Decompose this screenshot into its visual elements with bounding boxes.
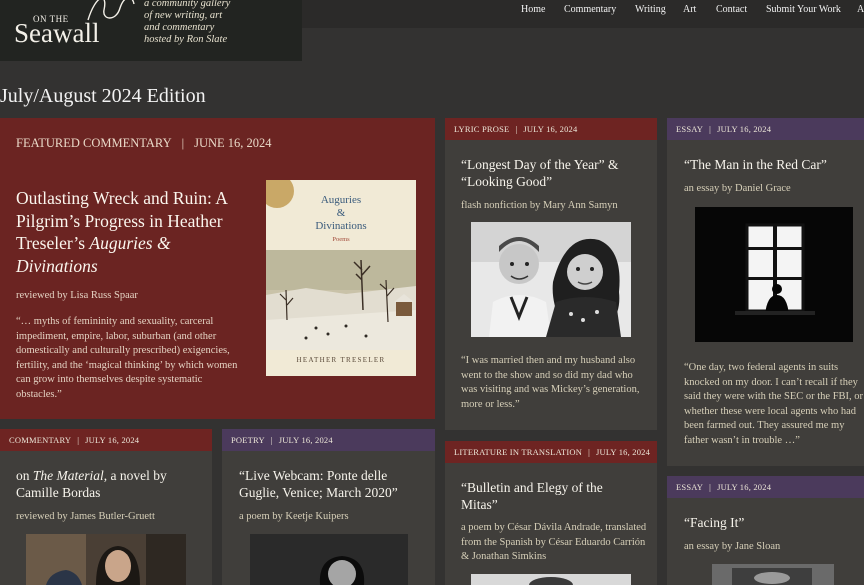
card-quote: “I was married then and my husband also … [461,355,640,410]
featured-byline: reviewed by Lisa Russ Spaar [16,290,138,301]
card-date: JULY 16, 2024 [523,124,578,134]
page-title: July/August 2024 Edition [0,85,206,107]
tagline-line: and commentary [144,22,215,33]
featured-header: FEATURED COMMENTARY | JUNE 16, 2024 [16,136,272,151]
tagline-line: a community gallery [144,0,231,9]
separator: | [709,124,712,134]
separator: | [77,435,80,445]
card-date: JULY 16, 2024 [717,124,772,134]
book-title-line: Divinations [315,220,367,232]
essay-photo [712,564,834,585]
card-title[interactable]: “Bulletin and Elegy of the Mitas” [461,480,631,513]
nav-art[interactable]: Art [683,4,696,15]
card-byline: reviewed by James Butler-Gruett [16,511,155,522]
card-date: JULY 16, 2024 [596,447,651,457]
nav-commentary[interactable]: Commentary [564,4,616,15]
book-author: HEATHER TRESELER [296,356,386,364]
site-logo[interactable]: ON THE Seawall a community gallery of ne… [0,0,302,61]
separator: | [515,124,518,134]
nav-home[interactable]: Home [521,4,545,15]
card-commentary[interactable]: COMMENTARY | JULY 16, 2024 on The Material… [0,429,212,585]
card-header: LITERATURE IN TRANSLATION | JULY 16, 2024 [445,441,657,463]
card-header: LYRIC PROSE | JULY 16, 2024 [445,118,657,140]
nav-writing[interactable]: Writing [635,4,666,15]
card-essay-red-car[interactable]: ESSAY | JULY 16, 2024 “The Man in the Red … [667,118,864,466]
card-title[interactable]: “Facing It” [684,515,859,532]
card-byline: a poem by César Dávila Andrade, translat… [461,522,647,562]
logo-seawall: Seawall [14,18,100,48]
book-title-line: Auguries [320,194,362,206]
book-title: Auguries & Divinations [266,194,416,233]
card-quote: “One day, two federal agents in suits kn… [684,362,864,446]
window-silhouette-photo [695,207,853,342]
author-photo [26,534,186,585]
card-header: ESSAY | JULY 16, 2024 [667,118,864,140]
tagline-line: of new writing, art [144,10,223,21]
card-poetry[interactable]: POETRY | JULY 16, 2024 “Live Webcam: Ponte… [222,429,435,585]
book-title-line: & [336,207,346,219]
card-byline: an essay by Daniel Grace [684,183,791,194]
translation-photo [471,574,631,585]
card-header: COMMENTARY | JULY 16, 2024 [0,429,212,451]
card-byline: an essay by Jane Sloan [684,541,781,552]
separator: | [709,482,712,492]
card-date: JULY 16, 2024 [85,435,140,445]
card-header: ESSAY | JULY 16, 2024 [667,476,864,498]
title-part: on [16,468,33,483]
title-book: The Material [32,468,104,483]
winter-landscape-painting [266,250,416,350]
card-category[interactable]: ESSAY [676,482,703,492]
card-translation[interactable]: LITERATURE IN TRANSLATION | JULY 16, 2024 … [445,441,657,585]
card-byline: a poem by Keetje Kuipers [239,511,349,522]
card-title[interactable]: on The Material, a novel by Camille Bord… [16,468,196,501]
card-title[interactable]: “The Man in the Red Car” [684,157,859,174]
card-byline: flash nonfiction by Mary Ann Samyn [461,200,618,211]
card-category[interactable]: LYRIC PROSE [454,124,509,134]
card-essay-facing-it[interactable]: ESSAY | JULY 16, 2024 “Facing It” an essay… [667,476,864,585]
featured-quote: “… myths of femininity and sexuality, ca… [16,316,238,400]
featured-title[interactable]: Outlasting Wreck and Ruin: A Pilgrim’s P… [16,187,251,277]
card-category[interactable]: ESSAY [676,124,703,134]
featured-date: JUNE 16, 2024 [194,136,272,150]
nav-submit[interactable]: Submit Your Work [766,4,841,15]
nav-about[interactable]: A [857,4,864,15]
book-cover[interactable]: Auguries & Divinations Poems HEATHER TRE… [266,180,416,376]
card-category[interactable]: LITERATURE IN TRANSLATION [454,447,582,457]
card-category[interactable]: POETRY [231,435,265,445]
nav-contact[interactable]: Contact [716,4,747,15]
card-date: JULY 16, 2024 [278,435,333,445]
card-title[interactable]: “Live Webcam: Ponte delle Guglie, Venice… [239,468,421,501]
card-header: POETRY | JULY 16, 2024 [222,429,435,451]
card-title[interactable]: “Longest Day of the Year” & “Looking Goo… [461,157,641,190]
poet-photo [250,534,408,585]
card-date: JULY 16, 2024 [717,482,772,492]
book-subtitle: Poems [332,236,350,243]
separator: | [270,435,273,445]
card-category[interactable]: COMMENTARY [9,435,71,445]
separator: | [181,136,185,150]
card-lyric-prose[interactable]: LYRIC PROSE | JULY 16, 2024 “Longest Day o… [445,118,657,430]
site-tagline: a community gallery of new writing, art … [144,0,230,46]
featured-category[interactable]: FEATURED COMMENTARY [16,136,172,150]
tagline-line: hosted by Ron Slate [144,34,228,45]
mickey-judy-photo [471,222,631,337]
separator: | [588,447,590,457]
